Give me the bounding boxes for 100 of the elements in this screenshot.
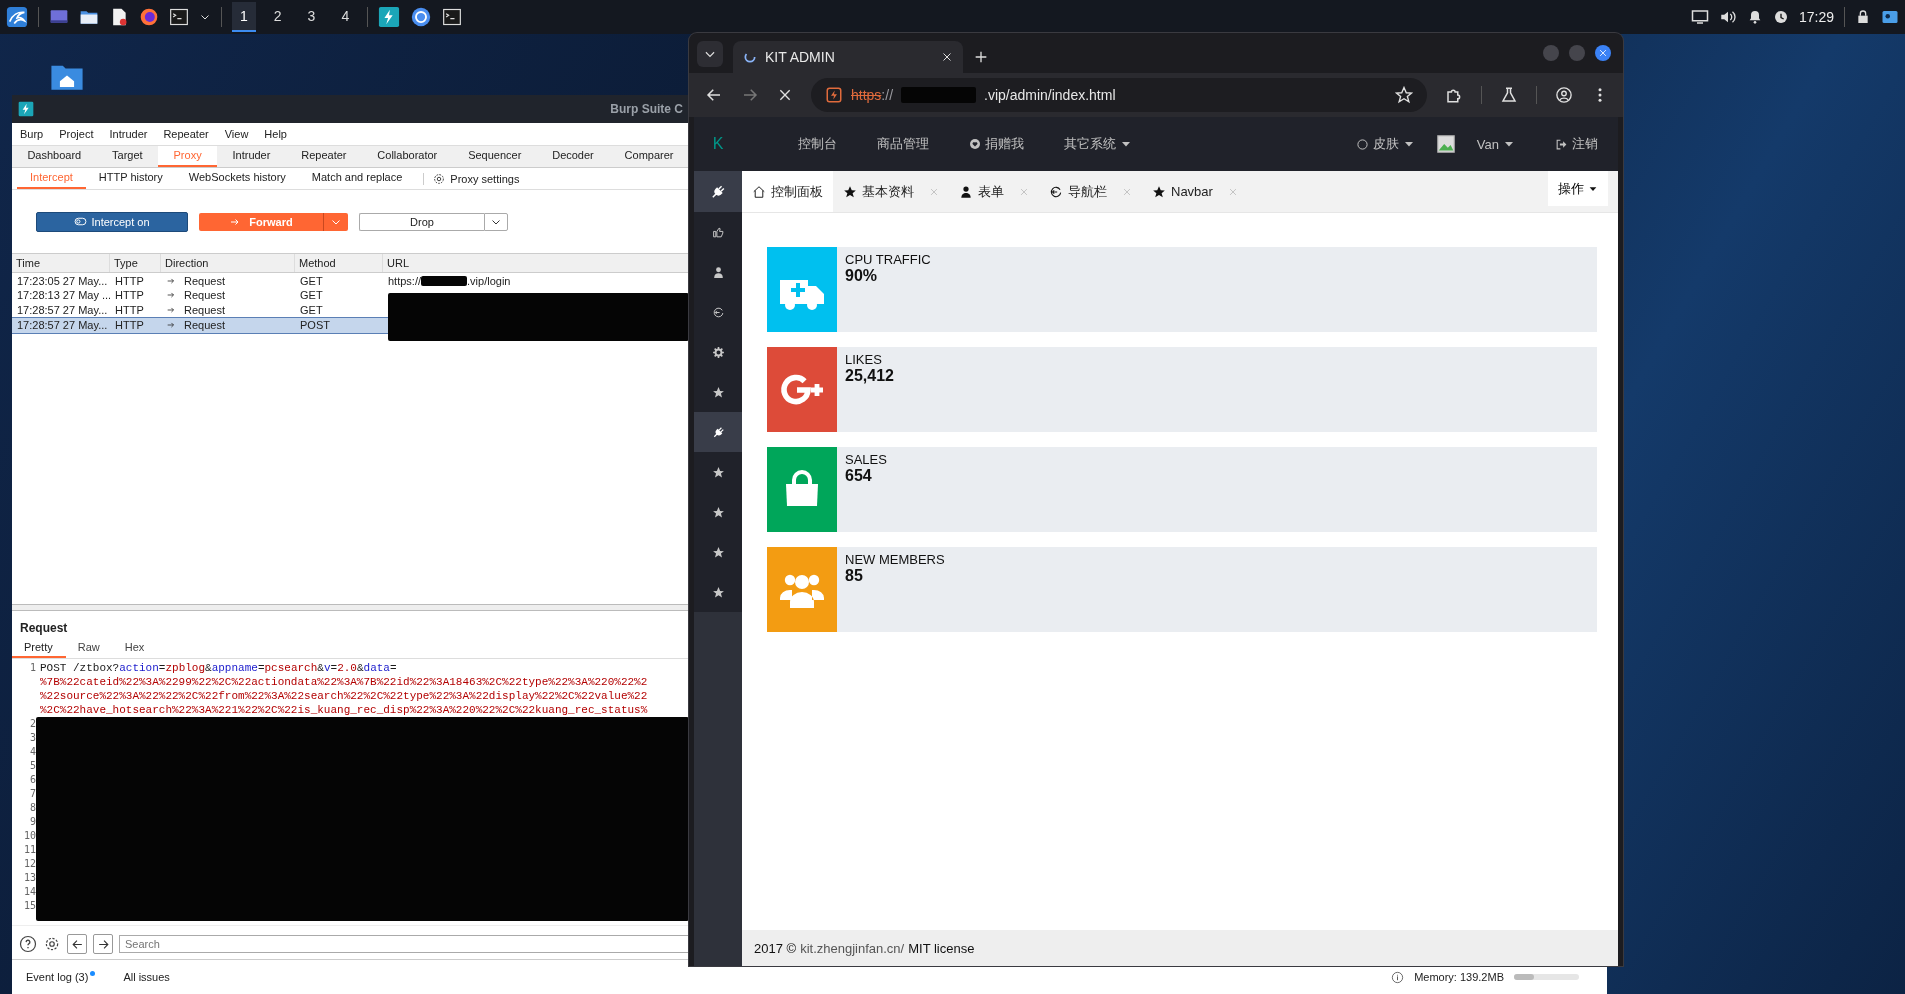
sub-tab[interactable]: WebSockets history <box>175 168 299 189</box>
toggle-icon <box>74 215 88 228</box>
request-row[interactable]: 17:28:57 27 May... HTTP Request POST <box>12 318 388 333</box>
tool-tab[interactable]: Dashboard <box>12 146 97 167</box>
nav-link[interactable]: 控制台 <box>798 135 837 153</box>
clock[interactable]: 17:29 <box>1798 9 1834 25</box>
line-number: 8 <box>28 801 36 815</box>
menu-item[interactable]: Help <box>264 128 287 140</box>
request-row[interactable]: 17:23:05 27 May... HTTP Request GET https:// .vip/login <box>12 273 689 288</box>
app-menu-icon[interactable] <box>6 6 28 28</box>
tab-list-button[interactable] <box>697 41 723 67</box>
request-row[interactable]: 17:28:57 27 May... HTTP Request GET <box>12 303 388 318</box>
column-header[interactable]: Time <box>12 254 110 272</box>
workspace-switch[interactable]: 2 <box>265 2 290 32</box>
browser-tab[interactable]: KIT ADMIN <box>733 41 963 73</box>
view-tab[interactable]: Raw <box>65 638 113 658</box>
drop-button[interactable]: Drop <box>359 212 484 231</box>
table-cell: Request <box>184 303 225 316</box>
page-tab[interactable]: 控制面板 <box>742 171 833 212</box>
table-cell: https:// <box>388 274 422 287</box>
forward-dropdown-button[interactable] <box>323 212 348 231</box>
forward-icon[interactable] <box>741 86 759 104</box>
menu-item[interactable]: Intruder <box>109 128 148 140</box>
tool-tab[interactable]: Intruder <box>217 146 286 167</box>
view-tab[interactable]: Hex <box>112 638 158 658</box>
sidebar-item[interactable] <box>694 412 742 452</box>
url-text: .vip/admin/index.html <box>984 87 1116 103</box>
table-cell-text: HTTP <box>114 288 145 301</box>
bookmark-star-icon[interactable] <box>1395 86 1413 104</box>
logo[interactable]: K <box>694 135 742 153</box>
actions-dropdown[interactable]: 操作 <box>1548 171 1608 206</box>
page-tab[interactable]: 表单 <box>949 171 1039 212</box>
logout-link[interactable]: 注销 <box>1572 135 1598 153</box>
tool-tab[interactable]: Collaborator <box>361 146 453 167</box>
plus-icon[interactable] <box>973 49 989 65</box>
all-issues-tab[interactable]: All issues <box>123 971 170 983</box>
page-tab[interactable]: 基本资料 <box>833 171 949 212</box>
workspace-switch[interactable]: 4 <box>333 2 358 32</box>
plug-icon[interactable] <box>710 183 726 200</box>
page-tab[interactable]: Navbar <box>1142 171 1248 212</box>
nav-link[interactable]: 捐赠我 <box>985 135 1024 153</box>
line-number: 13 <box>22 871 36 885</box>
profile-icon[interactable] <box>1555 86 1573 104</box>
menu-item[interactable]: Project <box>59 128 94 140</box>
column-header[interactable]: Type <box>110 254 161 272</box>
panel-title: Request <box>19 620 69 637</box>
help-icon[interactable] <box>19 935 37 953</box>
browser-icon[interactable] <box>410 6 433 28</box>
flask-icon[interactable] <box>1500 86 1518 104</box>
footer-link[interactable]: kit.zhengjinfan.cn/ <box>800 940 905 956</box>
address-bar[interactable]: https:// .vip/admin/index.html <box>811 78 1427 112</box>
page-tab[interactable]: 导航栏 <box>1039 171 1142 212</box>
settings-icon[interactable] <box>43 935 61 953</box>
lock-icon[interactable] <box>1855 9 1871 25</box>
extensions-icon[interactable] <box>1445 86 1463 104</box>
event-log-tab[interactable]: Event log (3) <box>26 971 89 983</box>
tool-tab[interactable]: Sequencer <box>452 146 537 167</box>
settings-icon[interactable] <box>432 171 447 186</box>
lightning-app-icon[interactable] <box>378 6 401 28</box>
close-icon[interactable] <box>941 51 953 63</box>
workspace-switch[interactable]: 1 <box>232 2 256 32</box>
avatar-image-icon[interactable] <box>1434 133 1457 155</box>
terminal-icon[interactable] <box>169 7 189 27</box>
stop-icon[interactable] <box>777 87 793 103</box>
clock-icon[interactable] <box>1772 9 1789 25</box>
search-field[interactable]: Search <box>119 935 689 953</box>
sub-tab[interactable]: Match and replace <box>298 168 416 189</box>
thumbs-up-icon <box>711 225 725 239</box>
redaction-block <box>421 275 468 286</box>
sub-tab[interactable]: HTTP history <box>85 168 176 189</box>
request-row[interactable]: 17:28:13 27 May ... HTTP Request GET <box>12 288 388 303</box>
terminal-icon[interactable] <box>442 7 463 27</box>
user-menu[interactable]: Van <box>1476 136 1499 152</box>
menu-item[interactable]: View <box>224 128 249 140</box>
view-tab[interactable]: Pretty <box>12 638 66 658</box>
column-header[interactable]: Method <box>295 254 383 272</box>
tool-tab[interactable]: Repeater <box>285 146 362 167</box>
table-cell-text: 17:28:57 27 May... <box>16 318 109 331</box>
menu-item[interactable]: Burp <box>20 128 44 140</box>
skin-menu[interactable]: 皮肤 <box>1372 135 1399 153</box>
tool-tab[interactable]: Target <box>96 146 159 167</box>
next-button[interactable] <box>93 934 113 954</box>
close-button[interactable] <box>1595 45 1611 61</box>
user-badge-icon[interactable] <box>1881 8 1899 26</box>
splitter-handle[interactable] <box>12 604 689 611</box>
back-icon[interactable] <box>705 86 723 104</box>
column-header[interactable]: Direction <box>161 254 295 272</box>
tool-tab[interactable]: Decoder <box>536 146 610 167</box>
nav-link[interactable]: 商品管理 <box>877 135 929 153</box>
workspace-switch[interactable]: 3 <box>299 2 324 32</box>
star-icon <box>711 545 725 559</box>
nav-link[interactable]: 其它系统 <box>1064 135 1116 153</box>
proxy-settings-link[interactable]: Proxy settings <box>450 172 520 185</box>
tool-tab[interactable]: Comparer <box>609 146 689 167</box>
display-icon[interactable] <box>1690 8 1709 26</box>
menu-item[interactable]: Repeater <box>163 128 209 140</box>
url-text: https:// <box>851 87 894 103</box>
intercept-toggle-button[interactable]: Intercept on <box>36 211 188 232</box>
previous-button[interactable] <box>67 934 87 954</box>
firefox-icon[interactable] <box>139 7 159 27</box>
